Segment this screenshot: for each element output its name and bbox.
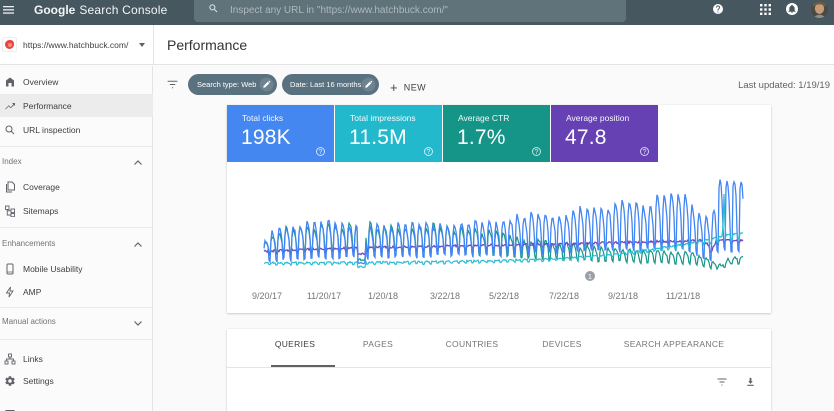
svg-text:1: 1 bbox=[588, 274, 592, 281]
